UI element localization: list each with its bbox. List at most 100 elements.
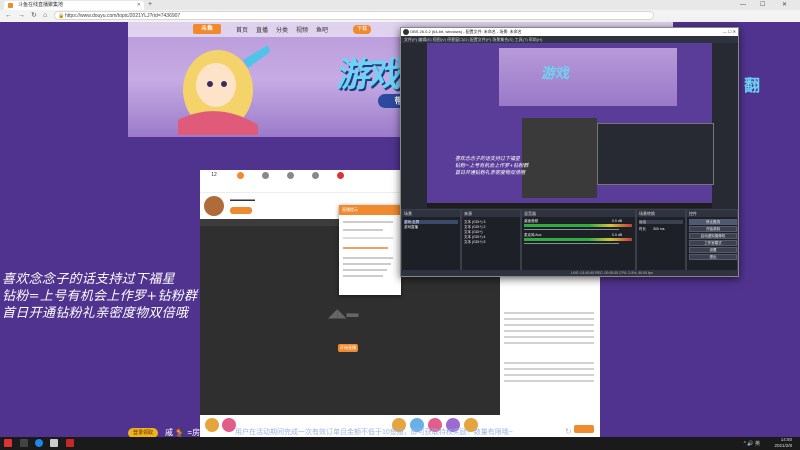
scene-item[interactable]: 游戏-全屏	[404, 220, 458, 224]
explorer-icon[interactable]	[50, 439, 58, 447]
settings-button[interactable]: 设置	[689, 247, 737, 253]
start-live-button[interactable]: 开始直播	[338, 344, 358, 352]
character-illustration	[178, 45, 270, 135]
browser-tab[interactable]: 斗鱼在线直播聚集地 ✕	[4, 1, 144, 10]
close-tab-icon[interactable]: ✕	[137, 1, 141, 10]
chat-line	[504, 318, 594, 320]
room-tab-1[interactable]: 12	[204, 172, 224, 179]
chat-line	[504, 336, 594, 338]
address-bar[interactable]: 🔒 https://www.douyu.com/topic/2021YLJ?ri…	[54, 11, 654, 20]
dialog-line	[343, 275, 383, 277]
chat-line	[504, 312, 594, 314]
room-tab-3[interactable]	[255, 172, 275, 180]
lock-icon: 🔒	[58, 13, 65, 19]
scenes-dock: 场景 游戏-全屏 游戏直播	[401, 209, 461, 276]
nav-home[interactable]: 首页	[236, 25, 248, 34]
home-button[interactable]: ⌂	[43, 11, 47, 21]
stop-streaming-button[interactable]: 停止推流	[689, 219, 737, 225]
room-tab-6[interactable]	[330, 172, 350, 180]
chat-line	[504, 342, 594, 344]
mixer-track-name: 桌面音频	[524, 219, 538, 223]
room-tab-4[interactable]	[280, 172, 300, 180]
new-tab-button[interactable]: +	[148, 0, 152, 10]
gift-icon	[286, 172, 294, 179]
minimize-button[interactable]: —	[740, 0, 746, 10]
scene-item[interactable]: 游戏直播	[404, 225, 418, 229]
avatar[interactable]	[204, 196, 224, 216]
dialog-line	[343, 247, 388, 249]
obs-window: OBS 26.0.2 (64-bit, windows) - 配置文件: 未命名…	[400, 27, 739, 277]
download-button[interactable]: 下载	[353, 25, 372, 34]
app-icon[interactable]	[66, 439, 74, 447]
nav-video[interactable]: 视频	[296, 25, 308, 34]
dialog-input[interactable]	[343, 237, 393, 239]
chart-icon	[311, 172, 319, 179]
audio-meter	[524, 224, 632, 227]
exit-button[interactable]: 退出	[689, 254, 737, 260]
dialog-title: 直播提示	[339, 205, 401, 215]
obs-statusbar: LIVE: 01:40:40 REC: 00:00:00 CPU: 2.5%, …	[401, 270, 738, 276]
transitions-dock: 场景转换 淡出 时长 300 ms	[636, 209, 686, 276]
dialog-line	[343, 269, 387, 271]
preview-room	[522, 118, 597, 198]
controls-dock: 控件 停止推流 开始录制 启动虚拟摄像机 工作室模式 设置 退出	[686, 209, 738, 276]
source-item[interactable]: 文本 (GDI+) 4	[464, 235, 486, 239]
mixer-dock: 混音器 桌面音频 0.0 dB 麦克风/Aux 0.0 dB	[521, 209, 636, 276]
source-item[interactable]: 文本 (GDI+) 2	[464, 225, 486, 229]
tray-icons[interactable]: ^ 🔊 英	[744, 440, 760, 447]
edge-icon[interactable]	[35, 439, 43, 447]
chat-line	[504, 368, 594, 370]
dialog-line	[343, 229, 383, 231]
chat-line	[504, 330, 594, 332]
obs-titlebar[interactable]: OBS 26.0.2 (64-bit, windows) - 配置文件: 未命名…	[401, 28, 738, 36]
nav-category[interactable]: 分类	[276, 25, 288, 34]
overlay-line-3: 首日开通钻粉礼亲密度物双倍哦	[2, 306, 189, 321]
preview-canvas: 游戏 喜欢念念子的话支持过下福星 钻粉=上号有机会上作罗+钻粉群 首日开通钻粉礼…	[427, 43, 714, 203]
follow-button[interactable]	[230, 207, 252, 214]
volume-slider[interactable]	[524, 243, 619, 244]
nav-fishbar[interactable]: 鱼吧	[316, 25, 328, 34]
tab-bar: 斗鱼在线直播聚集地 ✕ + — ☐ ✕	[0, 0, 800, 10]
maximize-button[interactable]: ☐	[760, 0, 765, 10]
volume-slider[interactable]	[524, 229, 619, 230]
live-dialog: 直播提示	[339, 205, 401, 295]
star-icon	[261, 172, 269, 179]
chat-line	[504, 362, 594, 364]
room-tab-5[interactable]	[305, 172, 325, 180]
obs-window-controls[interactable]: — ☐ ✕	[723, 28, 736, 36]
refresh-button[interactable]: ↻	[31, 11, 37, 21]
nav-live[interactable]: 直播	[256, 25, 268, 34]
mixer-header: 混音器	[522, 210, 635, 217]
transition-select[interactable]: 淡出	[639, 220, 683, 224]
preview-banner	[499, 48, 677, 106]
close-window-button[interactable]: ✕	[782, 0, 787, 10]
source-item[interactable]: 文本 (GDI+) 3	[464, 220, 486, 224]
search-icon[interactable]	[20, 439, 28, 447]
studio-mode-button[interactable]: 工作室模式	[689, 240, 737, 246]
obs-title: OBS 26.0.2 (64-bit, windows) - 配置文件: 未命名…	[410, 29, 522, 34]
dialog-line	[343, 257, 393, 259]
source-item[interactable]: 文本 (GDI+) 5	[464, 240, 486, 244]
room-tab-2[interactable]	[230, 172, 250, 180]
forward-button[interactable]: →	[18, 11, 25, 21]
obs-menubar[interactable]: 文件(F) 编辑(E) 视图(V) 停靠窗口(D) 配置文件(P) 场景集合(S…	[401, 36, 738, 43]
obs-preview: 游戏 喜欢念念子的话支持过下福星 钻粉=上号有机会上作罗+钻粉群 首日开通钻粉礼…	[427, 43, 714, 208]
virtual-camera-button[interactable]: 启动虚拟摄像机	[689, 233, 737, 239]
dialog-line	[343, 263, 391, 265]
site-favicon-icon	[8, 3, 13, 8]
start-recording-button[interactable]: 开始录制	[689, 226, 737, 232]
transitions-header: 场景转换	[637, 210, 685, 217]
duration-label: 时长	[639, 227, 646, 231]
banner-title: 游戏	[334, 55, 405, 95]
refresh-icon[interactable]: ↻	[565, 427, 572, 436]
back-button[interactable]: ←	[5, 11, 12, 21]
preview-banner-title: 游戏	[540, 65, 572, 81]
chat-line	[504, 380, 594, 382]
live-icon	[336, 172, 344, 179]
source-item[interactable]: 文本 (GDI+)	[464, 230, 483, 234]
right-banner-title: 翻	[744, 76, 761, 95]
start-icon[interactable]	[4, 439, 12, 447]
site-logo[interactable]: 斗鱼	[193, 24, 221, 34]
duration-value[interactable]: 300 ms	[653, 227, 664, 231]
clock[interactable]: 14:50 2021/2/8	[774, 437, 792, 449]
